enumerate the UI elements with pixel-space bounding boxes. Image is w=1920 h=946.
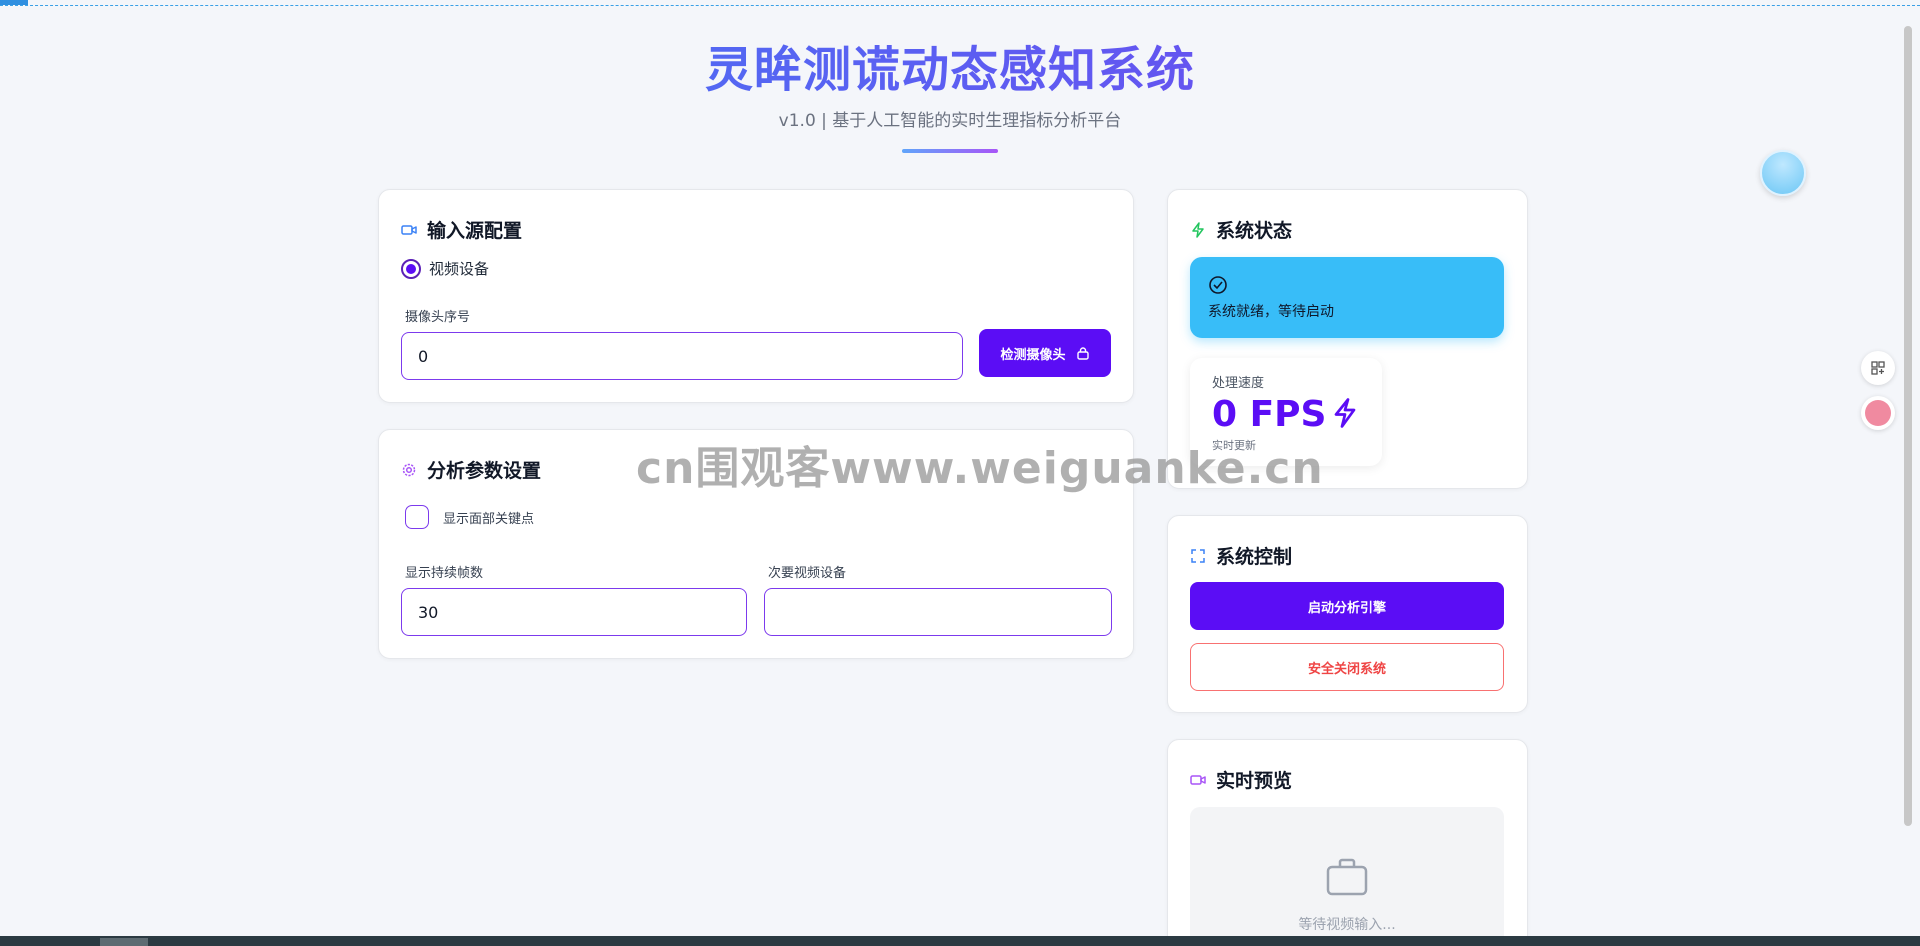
top-progress-accent [0, 0, 28, 5]
detect-camera-label: 检测摄像头 [1000, 347, 1066, 363]
gear-icon [402, 463, 416, 476]
duration-frames-label: 显示持续帧数 [405, 566, 484, 581]
secondary-device-label: 次要视频设备 [768, 566, 847, 581]
status-alert: 系统就绪，等待启动 [1190, 257, 1504, 338]
realtime-preview-title-text: 实时预览 [1216, 770, 1293, 792]
status-text: 系统就绪，等待启动 [1208, 304, 1334, 320]
camera-index-label: 摄像头序号 [405, 310, 471, 325]
input-source-title: 输入源配置 [401, 216, 522, 243]
floating-assistant-ball[interactable] [1760, 150, 1806, 196]
check-circle-icon [1209, 276, 1227, 294]
bottom-taskbar [0, 936, 1920, 946]
video-camera-icon [1190, 774, 1206, 785]
briefcase-icon [1326, 858, 1368, 896]
video-device-radio[interactable]: 视频设备 [401, 258, 489, 279]
translate-icon [1865, 400, 1891, 426]
processing-speed-label: 处理速度 [1212, 376, 1265, 391]
system-control-card: 系统控制 启动分析引擎 安全关闭系统 [1167, 515, 1528, 713]
duration-frames-input[interactable]: 30 [401, 588, 747, 636]
top-progress-line [0, 0, 1920, 6]
watermark: cn围观客www.weiguanke.cn [636, 443, 1324, 494]
side-translate-button[interactable] [1861, 396, 1895, 430]
page-subtitle: v1.0 | 基于人工智能的实时生理指标分析平台 [778, 111, 1122, 131]
fps-value: 0 FPS [1212, 394, 1327, 435]
system-status-title-text: 系统状态 [1216, 220, 1293, 242]
realtime-preview-title: 实时预览 [1190, 766, 1292, 793]
vertical-scrollbar-thumb[interactable] [1904, 26, 1912, 826]
show-landmarks-checkbox[interactable] [405, 505, 429, 529]
system-status-title: 系统状态 [1190, 216, 1292, 243]
system-control-title: 系统控制 [1190, 542, 1292, 569]
page-header: 灵眸测谎动态感知系统 v1.0 | 基于人工智能的实时生理指标分析平台 [0, 30, 1900, 153]
realtime-preview-card: 实时预览 等待视频输入... [1167, 739, 1528, 946]
side-tool-button[interactable] [1861, 351, 1895, 385]
show-landmarks-row[interactable]: 显示面部关键点 [405, 505, 534, 529]
radio-button[interactable] [401, 258, 421, 279]
video-device-label: 视频设备 [429, 260, 490, 278]
video-preview-area: 等待视频输入... [1190, 807, 1504, 946]
start-engine-button[interactable]: 启动分析引擎 [1190, 582, 1504, 630]
lock-icon [1076, 347, 1089, 360]
waiting-video-text: 等待视频输入... [1298, 917, 1396, 933]
bottom-taskbar-item[interactable] [100, 938, 148, 946]
shutdown-button[interactable]: 安全关闭系统 [1190, 643, 1504, 691]
camera-index-input[interactable]: 0 [401, 332, 963, 380]
analysis-params-title: 分析参数设置 [401, 456, 541, 483]
input-source-title-text: 输入源配置 [427, 220, 523, 242]
analysis-params-title-text: 分析参数设置 [427, 460, 542, 482]
system-control-title-text: 系统控制 [1216, 546, 1293, 568]
video-camera-icon [401, 224, 417, 235]
input-source-card: 输入源配置 视频设备 摄像头序号 0 检测摄像头 [378, 189, 1134, 403]
show-landmarks-label: 显示面部关键点 [443, 511, 535, 527]
title-underline [902, 149, 998, 153]
grid-icon [1871, 361, 1885, 375]
secondary-device-input[interactable] [764, 588, 1112, 636]
expand-icon [1191, 548, 1205, 563]
bolt-icon [1192, 221, 1204, 238]
detect-camera-button[interactable]: 检测摄像头 [979, 329, 1111, 377]
radio-dot [406, 263, 416, 274]
bolt-icon [1334, 398, 1356, 428]
page-title: 灵眸测谎动态感知系统 [0, 30, 1900, 100]
